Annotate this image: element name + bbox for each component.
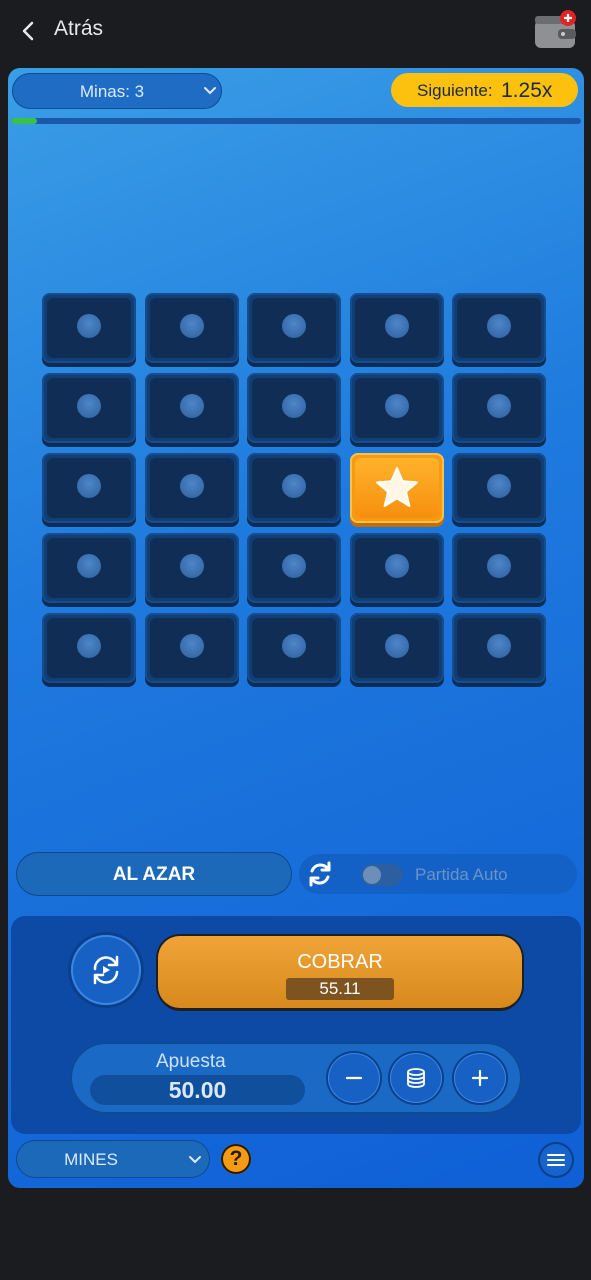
chevron-down-icon xyxy=(204,87,216,95)
tile-dot-icon xyxy=(77,554,101,578)
tile-dot-icon xyxy=(282,394,306,418)
menu-button[interactable] xyxy=(538,1142,574,1178)
mine-tile[interactable] xyxy=(144,613,239,683)
random-button[interactable]: AL AZAR xyxy=(16,852,292,896)
back-label[interactable]: Atrás xyxy=(54,17,103,41)
mine-tile[interactable] xyxy=(247,533,341,603)
tile-dot-icon xyxy=(77,634,101,658)
next-multiplier-badge: Siguiente: 1.25x xyxy=(391,73,578,107)
progress-fill xyxy=(11,118,37,124)
mine-tile[interactable] xyxy=(144,373,239,443)
mine-tile[interactable] xyxy=(247,293,341,363)
help-button[interactable]: ? xyxy=(221,1144,251,1174)
game-selector[interactable]: MINES xyxy=(16,1140,210,1178)
mine-tile[interactable] xyxy=(42,613,136,683)
mine-tile[interactable] xyxy=(144,453,239,523)
tile-dot-icon xyxy=(77,394,101,418)
tile-dot-icon xyxy=(384,314,409,338)
mines-count-selector[interactable]: Minas: 3 xyxy=(12,73,222,109)
chevron-down-icon xyxy=(189,1156,201,1164)
tile-dot-icon xyxy=(487,314,511,338)
mine-tile-revealed-star[interactable] xyxy=(349,453,444,523)
game-selector-label: MINES xyxy=(64,1150,118,1169)
mines-count-label: Minas: 3 xyxy=(79,82,145,101)
decrease-bet-button[interactable] xyxy=(328,1053,380,1103)
mine-tile[interactable] xyxy=(349,613,444,683)
rotate-icon xyxy=(93,955,119,985)
wallet-icon xyxy=(535,10,576,48)
cashout-label: COBRAR xyxy=(297,951,383,973)
tile-dot-icon xyxy=(77,314,101,338)
game-area: Minas: 3 Siguiente: 1.25x AL AZAR Partid… xyxy=(8,68,584,1188)
mine-tile[interactable] xyxy=(349,533,444,603)
progress-bar xyxy=(11,118,581,124)
mine-tile[interactable] xyxy=(42,453,136,523)
tile-dot-icon xyxy=(487,634,511,658)
bet-control: Apuesta 50.00 xyxy=(70,1042,522,1114)
next-multiplier-label: Siguiente: xyxy=(417,81,493,100)
tile-dot-icon xyxy=(384,554,409,578)
star-icon xyxy=(375,467,418,507)
top-bar: Atrás xyxy=(0,0,591,62)
mine-tile[interactable] xyxy=(452,373,546,443)
chevron-left-icon xyxy=(22,21,34,41)
tile-dot-icon xyxy=(487,554,511,578)
cashout-button[interactable]: COBRAR 55.11 xyxy=(158,936,522,1008)
auto-play-label: Partida Auto xyxy=(415,865,508,884)
tile-dot-icon xyxy=(282,554,306,578)
tile-dot-icon xyxy=(179,554,204,578)
tile-dot-icon xyxy=(77,474,101,498)
mine-tile[interactable] xyxy=(144,293,239,363)
tile-dot-icon xyxy=(282,314,306,338)
mine-tile[interactable] xyxy=(247,453,341,523)
tile-dot-icon xyxy=(384,634,409,658)
wallet-button[interactable] xyxy=(532,10,578,52)
hamburger-menu-icon xyxy=(547,1154,565,1166)
mine-tile[interactable] xyxy=(42,533,136,603)
cashout-amount: 55.11 xyxy=(286,978,394,1000)
plus-badge-icon xyxy=(560,10,576,26)
mine-tile[interactable] xyxy=(452,613,546,683)
tile-dot-icon xyxy=(487,394,511,418)
auto-play-toggle[interactable] xyxy=(361,864,403,886)
mine-tile[interactable] xyxy=(452,533,546,603)
mine-tile[interactable] xyxy=(247,613,341,683)
mine-tile[interactable] xyxy=(42,373,136,443)
auto-play-bar: Partida Auto xyxy=(299,854,577,894)
tile-dot-icon xyxy=(282,634,306,658)
tile-dot-icon xyxy=(179,394,204,418)
toggle-knob xyxy=(363,866,381,884)
bet-amount-field[interactable]: 50.00 xyxy=(90,1075,305,1105)
tile-dot-icon xyxy=(384,394,409,418)
minus-icon xyxy=(345,1076,363,1080)
mine-tile[interactable] xyxy=(349,373,444,443)
repeat-bet-button[interactable] xyxy=(71,935,141,1005)
mine-tile[interactable] xyxy=(349,293,444,363)
sync-icon xyxy=(309,861,331,887)
tile-dot-icon xyxy=(179,474,204,498)
mine-tile[interactable] xyxy=(452,293,546,363)
tile-dot-icon xyxy=(487,474,511,498)
question-mark-icon: ? xyxy=(229,1147,243,1170)
mine-tile[interactable] xyxy=(42,293,136,363)
increase-bet-button[interactable] xyxy=(454,1053,506,1103)
tile-dot-icon xyxy=(179,314,204,338)
next-multiplier-value: 1.25x xyxy=(501,79,553,102)
mine-tile[interactable] xyxy=(144,533,239,603)
tile-dot-icon xyxy=(179,634,204,658)
bet-label: Apuesta xyxy=(156,1051,226,1072)
random-button-label: AL AZAR xyxy=(112,864,196,885)
auto-play-refresh-button[interactable] xyxy=(303,857,337,891)
mine-tile[interactable] xyxy=(247,373,341,443)
bet-chips-button[interactable] xyxy=(390,1053,442,1103)
bet-panel: COBRAR 55.11 Apuesta 50.00 xyxy=(11,916,581,1134)
tile-dot-icon xyxy=(282,474,306,498)
coin-stack-icon xyxy=(407,1068,425,1088)
plus-icon xyxy=(471,1069,489,1087)
back-button[interactable] xyxy=(14,16,44,46)
mine-tile[interactable] xyxy=(452,453,546,523)
